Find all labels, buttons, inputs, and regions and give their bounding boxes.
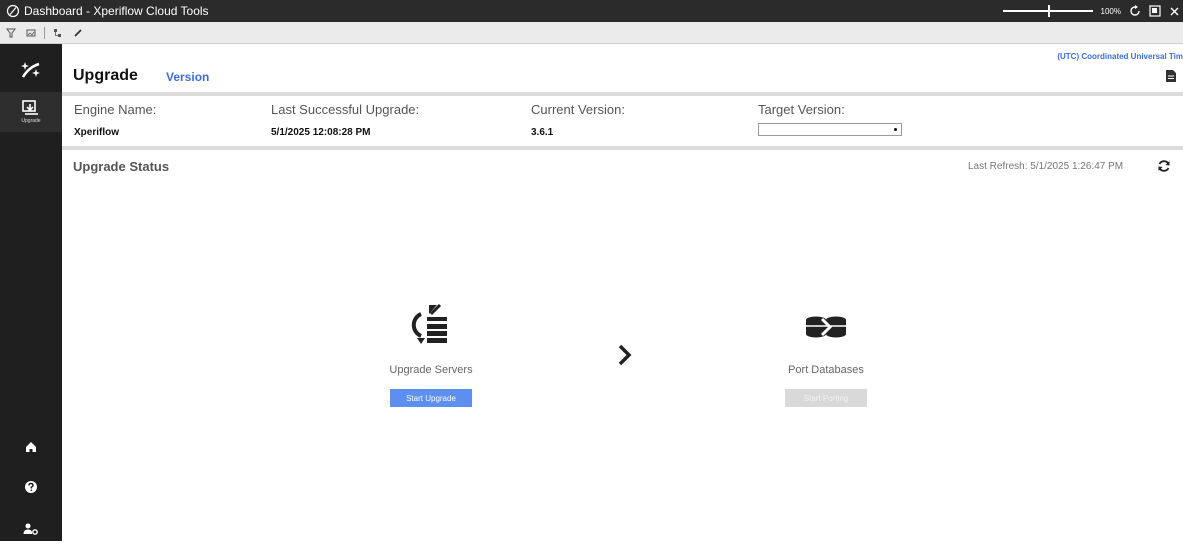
popout-icon[interactable] xyxy=(1149,5,1161,17)
last-upgrade-value: 5/1/2025 12:08:28 PM xyxy=(271,127,371,138)
timezone-label[interactable]: (UTC) Coordinated Universal Tim xyxy=(1057,52,1183,61)
sidebar-item-user-settings[interactable] xyxy=(0,514,62,544)
start-porting-button[interactable]: Start Porting xyxy=(785,389,867,407)
last-refresh-label: Last Refresh: 5/1/2025 1:26:47 PM xyxy=(968,161,1124,172)
pencil-icon xyxy=(74,28,82,37)
last-upgrade-field: Last Successful Upgrade: 5/1/2025 12:08:… xyxy=(271,96,419,138)
sidebar-item-help[interactable] xyxy=(0,472,62,502)
help-icon xyxy=(25,481,37,493)
filter-icon xyxy=(6,28,16,37)
port-databases-icon xyxy=(806,316,846,338)
sidebar-item-home[interactable] xyxy=(0,432,62,462)
current-version-field: Current Version: 3.6.1 xyxy=(531,96,625,138)
engine-name-label: Engine Name: xyxy=(74,102,157,117)
version-link[interactable]: Version xyxy=(166,70,209,84)
user-settings-icon xyxy=(23,523,38,535)
main-panel: (UTC) Coordinated Universal Tim Upgrade … xyxy=(62,44,1183,541)
close-icon[interactable] xyxy=(1169,5,1179,17)
step-upgrade-servers: Upgrade Servers Start Upgrade xyxy=(361,302,501,407)
port-databases-label: Port Databases xyxy=(788,364,864,376)
current-version-label: Current Version: xyxy=(531,102,625,117)
target-version-label: Target Version: xyxy=(758,102,845,117)
engine-name-value: Xperiflow xyxy=(74,127,120,138)
sidebar: Upgrade xyxy=(0,44,62,541)
upgrade-icon xyxy=(22,100,38,115)
window-titlebar: Dashboard - Xperiflow Cloud Tools 100% xyxy=(0,0,1183,22)
home-icon xyxy=(26,442,36,452)
engine-info-row: Engine Name: Xperiflow Last Successful U… xyxy=(62,96,1183,142)
last-upgrade-label: Last Successful Upgrade: xyxy=(271,102,420,117)
current-version-value: 3.6.1 xyxy=(531,127,554,138)
toolbar xyxy=(0,22,1183,44)
filter-tool[interactable] xyxy=(4,26,18,40)
image-icon xyxy=(26,29,36,36)
hierarchy-tool[interactable] xyxy=(51,26,65,40)
toolbar-separator xyxy=(44,26,45,39)
sparkle-logo-icon xyxy=(21,62,40,78)
step-port-databases: Port Databases Start Porting xyxy=(756,302,896,407)
edit-tool[interactable] xyxy=(71,26,85,40)
refresh-icon[interactable] xyxy=(1157,159,1171,173)
upgrade-servers-icon xyxy=(411,303,447,344)
start-upgrade-button[interactable]: Start Upgrade xyxy=(390,389,472,407)
app-logo-icon xyxy=(6,4,20,18)
info-divider xyxy=(62,146,1183,150)
window-title: Dashboard - Xperiflow Cloud Tools xyxy=(24,4,209,18)
hierarchy-icon xyxy=(54,28,61,37)
engine-name-field: Engine Name: Xperiflow xyxy=(74,96,156,138)
target-version-select[interactable] xyxy=(758,123,902,136)
zoom-slider[interactable] xyxy=(1002,5,1093,17)
zoom-level: 100% xyxy=(1100,6,1121,16)
sidebar-logo[interactable] xyxy=(0,50,62,90)
sidebar-item-label: Upgrade xyxy=(21,118,41,124)
chevron-down-icon xyxy=(894,128,897,131)
upgrade-servers-label: Upgrade Servers xyxy=(389,364,473,376)
zoom-slider-thumb[interactable] xyxy=(1047,5,1050,17)
document-icon[interactable] xyxy=(1165,69,1177,83)
refresh-window-icon[interactable] xyxy=(1129,5,1141,17)
upgrade-status-title: Upgrade Status xyxy=(73,159,170,174)
target-version-field: Target Version: xyxy=(758,96,845,117)
chevron-right-icon xyxy=(618,344,632,366)
sidebar-item-upgrade[interactable]: Upgrade xyxy=(0,92,62,132)
page-title: Upgrade xyxy=(73,67,138,84)
image-tool[interactable] xyxy=(24,26,38,40)
